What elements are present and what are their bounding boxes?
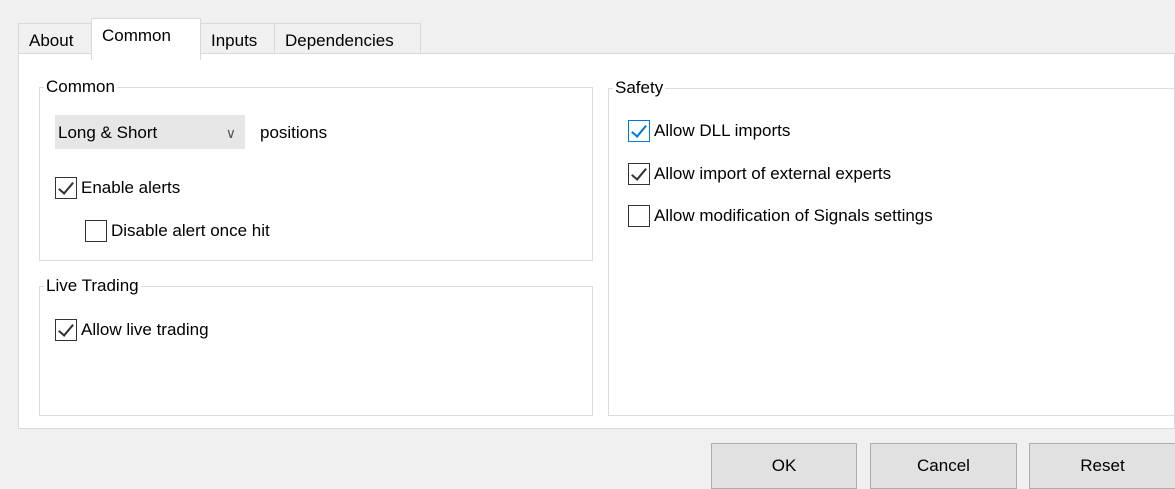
common-group-title: Common (44, 76, 117, 98)
live-trading-group: Live Trading Allow live trading (39, 275, 593, 416)
common-group: Common Long & Short ∨ positions Enable a… (39, 76, 593, 261)
enable-alerts-label: Enable alerts (81, 178, 181, 197)
positions-label: positions (260, 123, 328, 142)
enable-alerts-checkbox-row[interactable]: Enable alerts (55, 177, 180, 199)
disable-alert-once-hit-label: Disable alert once hit (111, 221, 270, 240)
allow-modification-signals-checkbox[interactable] (628, 205, 650, 227)
positions-select[interactable]: Long & Short ∨ (55, 115, 245, 149)
enable-alerts-checkbox[interactable] (55, 177, 77, 199)
allow-dll-imports-label: Allow DLL imports (654, 121, 791, 140)
expert-properties-dialog: About Common Inputs Dependencies Common … (0, 0, 1175, 489)
live-trading-group-title: Live Trading (44, 275, 141, 297)
allow-live-trading-checkbox-row[interactable]: Allow live trading (55, 319, 209, 341)
allow-modification-signals-checkbox-row[interactable]: Allow modification of Signals settings (628, 205, 933, 227)
allow-import-external-experts-checkbox[interactable] (628, 163, 650, 185)
reset-button[interactable]: Reset (1029, 443, 1175, 489)
tab-common[interactable]: Common (91, 18, 201, 60)
tab-bar: About Common Inputs Dependencies (18, 18, 421, 60)
allow-live-trading-checkbox[interactable] (55, 319, 77, 341)
allow-live-trading-label: Allow live trading (81, 320, 209, 339)
allow-dll-imports-checkbox[interactable] (628, 120, 650, 142)
cancel-button[interactable]: Cancel (870, 443, 1017, 489)
safety-group-title: Safety (613, 77, 666, 99)
disable-alert-once-hit-checkbox[interactable] (85, 220, 107, 242)
allow-dll-imports-checkbox-row[interactable]: Allow DLL imports (628, 120, 790, 142)
allow-modification-signals-label: Allow modification of Signals settings (654, 206, 933, 225)
chevron-down-icon: ∨ (225, 125, 236, 141)
tab-content-panel: Common Long & Short ∨ positions Enable a… (18, 53, 1175, 429)
allow-import-external-experts-label: Allow import of external experts (654, 164, 892, 183)
safety-group: Safety Allow DLL imports Allow import of… (608, 77, 1175, 416)
ok-button[interactable]: OK (711, 443, 857, 489)
positions-select-value: Long & Short (58, 123, 158, 142)
disable-alert-once-hit-checkbox-row[interactable]: Disable alert once hit (85, 220, 270, 242)
allow-import-external-experts-checkbox-row[interactable]: Allow import of external experts (628, 163, 891, 185)
